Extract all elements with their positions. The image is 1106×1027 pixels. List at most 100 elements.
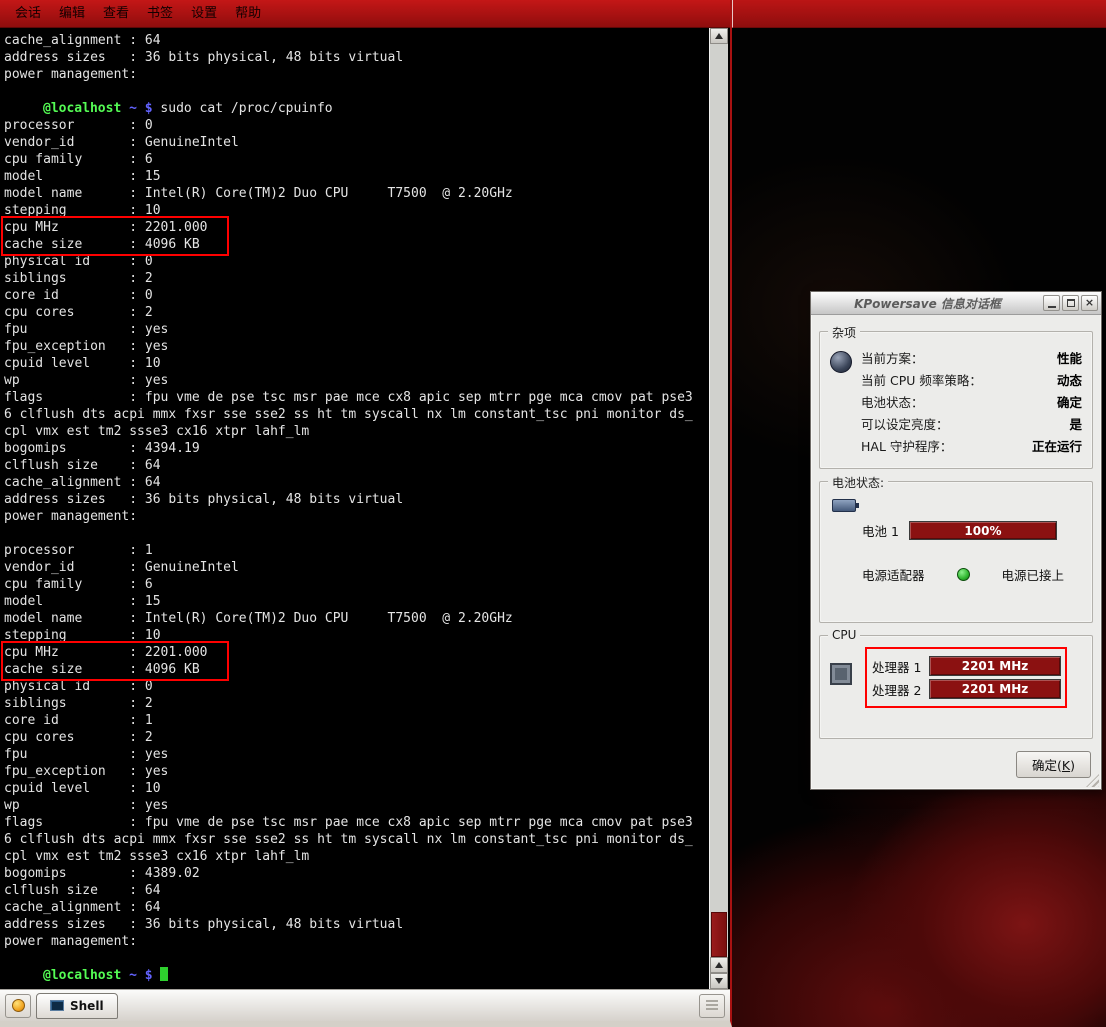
adapter-row: 电源适配器 电源已接上 <box>862 565 1064 584</box>
terminal-area: cache_alignment : 64address sizes : 36 b… <box>0 28 730 989</box>
minimize-button[interactable] <box>1043 295 1060 311</box>
menu-item-settings[interactable]: 设置 <box>182 1 226 27</box>
misc-row: 可以设定亮度： 是 <box>861 414 1082 433</box>
dialog-button-row: 确定(K) <box>819 751 1093 778</box>
misc-row: 当前 CPU 频率策略：动态 <box>861 370 1082 389</box>
scroll-down-button[interactable] <box>710 973 728 989</box>
battery-group: 电池状态: 电池 1 100% 电源适配器 电源已接上 <box>819 481 1093 623</box>
misc-row: 当前方案：性能 <box>861 348 1082 367</box>
battery-group-legend: 电池状态: <box>828 474 888 491</box>
terminal-line: processor : 1 <box>4 542 709 559</box>
terminal-line: cpu cores : 2 <box>4 729 709 746</box>
terminal-line: cache size : 4096 KB <box>4 661 709 678</box>
misc-row-value: 是 <box>1069 414 1082 433</box>
minimize-icon <box>1048 306 1056 308</box>
terminal-line: fpu_exception : yes <box>4 338 709 355</box>
terminal-command: sudo cat /proc/cpuinfo <box>160 101 332 116</box>
dialog-title: KPowersave 信息对话框 <box>814 295 1041 312</box>
misc-row: 电池状态：确定 <box>861 392 1082 411</box>
terminal-line: model : 15 <box>4 168 709 185</box>
session-list-button[interactable] <box>699 994 725 1018</box>
terminal-line: cache_alignment : 64 <box>4 32 709 49</box>
terminal-line: cpu family : 6 <box>4 576 709 593</box>
processor-frequency: 2201 MHz <box>962 659 1029 673</box>
misc-row-label: 可以设定亮度： <box>861 414 949 433</box>
scroll-up-button-bottom[interactable] <box>710 957 728 973</box>
terminal-line: cpu family : 6 <box>4 151 709 168</box>
ok-accel-key: K <box>1062 758 1070 773</box>
menu-item-bookmarks[interactable]: 书签 <box>138 1 182 27</box>
terminal-line: 6 clflush dts acpi mmx fxsr sse sse2 ss … <box>4 831 709 848</box>
kpowersave-dialog: KPowersave 信息对话框 × 杂项 当前方案：性能当前 CPU 频率策略… <box>810 291 1102 790</box>
prompt-host: @localhost <box>43 968 121 983</box>
terminal-line: stepping : 10 <box>4 627 709 644</box>
terminal-line <box>4 83 709 100</box>
dialog-titlebar[interactable]: KPowersave 信息对话框 × <box>811 292 1101 315</box>
screen: 会话编辑查看书签设置帮助 cache_alignment : 64address… <box>0 0 1106 1027</box>
scrollbar-thumb[interactable] <box>711 912 727 957</box>
misc-row: HAL 守护程序：正在运行 <box>861 436 1082 455</box>
terminal-prompt-line: @localhost ~ $ sudo cat /proc/cpuinfo <box>4 100 709 117</box>
terminal-line: fpu : yes <box>4 321 709 338</box>
tab-shell[interactable]: Shell <box>36 993 118 1019</box>
terminal-line: vendor_id : GenuineIntel <box>4 134 709 151</box>
misc-row-value: 性能 <box>1057 348 1082 367</box>
menu-item-help[interactable]: 帮助 <box>226 1 270 27</box>
terminal-line: address sizes : 36 bits physical, 48 bit… <box>4 491 709 508</box>
terminal-line: cpu cores : 2 <box>4 304 709 321</box>
close-button[interactable]: × <box>1081 295 1098 311</box>
processor-frequency-bar: 2201 MHz <box>929 656 1061 676</box>
terminal-line: siblings : 2 <box>4 695 709 712</box>
terminal-output[interactable]: cache_alignment : 64address sizes : 36 b… <box>0 28 709 989</box>
terminal-line: power management: <box>4 508 709 525</box>
terminal-line: address sizes : 36 bits physical, 48 bit… <box>4 916 709 933</box>
maximize-button[interactable] <box>1062 295 1079 311</box>
terminal-line: core id : 1 <box>4 712 709 729</box>
terminal-line <box>4 950 709 967</box>
terminal-menubar: 会话编辑查看书签设置帮助 <box>0 0 730 28</box>
terminal-line: power management: <box>4 933 709 950</box>
battery-progress-bar: 100% <box>909 521 1057 540</box>
cpu-group-legend: CPU <box>828 628 860 642</box>
terminal-line: bogomips : 4394.19 <box>4 440 709 457</box>
terminal-window: 会话编辑查看书签设置帮助 cache_alignment : 64address… <box>0 0 732 1027</box>
misc-group-legend: 杂项 <box>828 324 860 341</box>
session-list-icon <box>706 1000 718 1011</box>
up-arrow-icon <box>715 962 723 968</box>
misc-row-value: 正在运行 <box>1032 436 1082 455</box>
new-session-button[interactable] <box>5 994 31 1018</box>
menu-item-view[interactable]: 查看 <box>94 1 138 27</box>
ok-button[interactable]: 确定(K) <box>1016 751 1091 778</box>
menu-item-edit[interactable]: 编辑 <box>50 1 94 27</box>
terminal-line: address sizes : 36 bits physical, 48 bit… <box>4 49 709 66</box>
processor-frequency-bar: 2201 MHz <box>929 679 1061 699</box>
terminal-line: cpuid level : 10 <box>4 780 709 797</box>
terminal-line: core id : 0 <box>4 287 709 304</box>
up-arrow-icon <box>715 33 723 39</box>
terminal-line: clflush size : 64 <box>4 457 709 474</box>
scroll-up-button[interactable] <box>710 28 728 44</box>
dialog-body: 杂项 当前方案：性能当前 CPU 频率策略：动态电池状态：确定可以设定亮度： 是H… <box>811 315 1101 789</box>
background-window-titlebar <box>732 0 1106 28</box>
battery-label: 电池 1 <box>862 521 899 540</box>
terminal-line: fpu : yes <box>4 746 709 763</box>
terminal-line: siblings : 2 <box>4 270 709 287</box>
shell-icon <box>50 1000 64 1011</box>
processor-frequency: 2201 MHz <box>962 682 1029 696</box>
ac-adapter-led-icon <box>957 568 970 581</box>
menu-item-session[interactable]: 会话 <box>6 1 50 27</box>
tab-label: Shell <box>70 999 104 1013</box>
misc-row-label: 当前 CPU 频率策略： <box>861 370 982 389</box>
misc-rows: 当前方案：性能当前 CPU 频率策略：动态电池状态：确定可以设定亮度： 是 HAL … <box>861 347 1082 455</box>
terminal-line: flags : fpu vme de pse tsc msr pae mce c… <box>4 389 709 406</box>
prompt-host: @localhost <box>43 101 121 116</box>
misc-row-value: 确定 <box>1057 392 1082 411</box>
terminal-line: cpl vmx est tm2 ssse3 cx16 xtpr lahf_lm <box>4 848 709 865</box>
terminal-line: wp : yes <box>4 797 709 814</box>
misc-icon <box>830 351 852 373</box>
terminal-cursor <box>160 967 168 981</box>
terminal-line: bogomips : 4389.02 <box>4 865 709 882</box>
terminal-line: model name : Intel(R) Core(TM)2 Duo CPU … <box>4 610 709 627</box>
terminal-scrollbar[interactable] <box>709 28 728 989</box>
terminal-line: cache_alignment : 64 <box>4 899 709 916</box>
